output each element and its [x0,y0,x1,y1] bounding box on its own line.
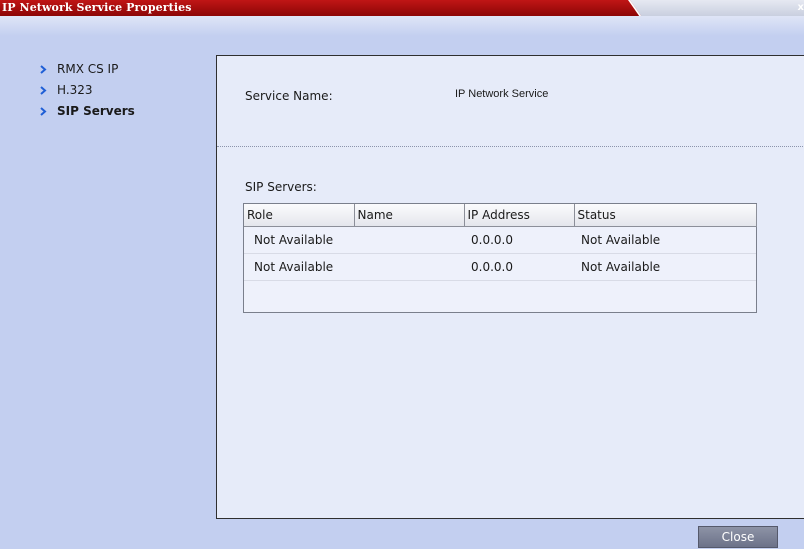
nav-item-label: H.323 [57,82,93,97]
close-button[interactable]: Close [698,526,778,548]
column-header-role[interactable]: Role [244,204,355,227]
table-row[interactable]: Not Available 0.0.0.0 Not Available [244,253,756,281]
service-name-label: Service Name: [245,89,333,103]
cell-status: Not Available [574,253,756,281]
column-header-name[interactable]: Name [354,204,465,227]
cell-role: Not Available [244,253,354,281]
section-divider [217,146,804,147]
cell-name [354,253,464,281]
nav-item-rmx-cs-ip[interactable]: RMX CS IP [37,58,212,79]
chevron-right-icon [40,64,47,74]
cell-name [354,226,464,254]
column-header-ip-address[interactable]: IP Address [464,204,575,227]
sip-servers-panel: Service Name: IP Network Service SIP Ser… [216,55,804,519]
table-row[interactable]: Not Available 0.0.0.0 Not Available [244,226,756,254]
cell-ip-address: 0.0.0.0 [464,253,574,281]
close-window-icon[interactable]: x [794,0,804,16]
nav-item-label: SIP Servers [57,103,135,118]
column-header-status[interactable]: Status [574,204,757,227]
nav-item-sip-servers[interactable]: SIP Servers [37,100,212,121]
title-bar: IP Network Service Properties x [0,0,804,16]
nav-item-h323[interactable]: H.323 [37,79,212,100]
window-title: IP Network Service Properties [2,1,192,14]
cell-status: Not Available [574,226,756,254]
cell-ip-address: 0.0.0.0 [464,226,574,254]
service-name-value: IP Network Service [455,88,549,100]
title-underline [0,16,804,36]
left-nav: RMX CS IP H.323 SIP Servers [37,58,212,121]
sip-servers-label: SIP Servers: [245,180,317,194]
nav-item-label: RMX CS IP [57,61,119,76]
chevron-right-icon [40,85,47,95]
cell-role: Not Available [244,226,354,254]
sip-servers-table: Role Name IP Address Status Not Availabl… [243,203,757,313]
chevron-right-icon [40,106,47,116]
